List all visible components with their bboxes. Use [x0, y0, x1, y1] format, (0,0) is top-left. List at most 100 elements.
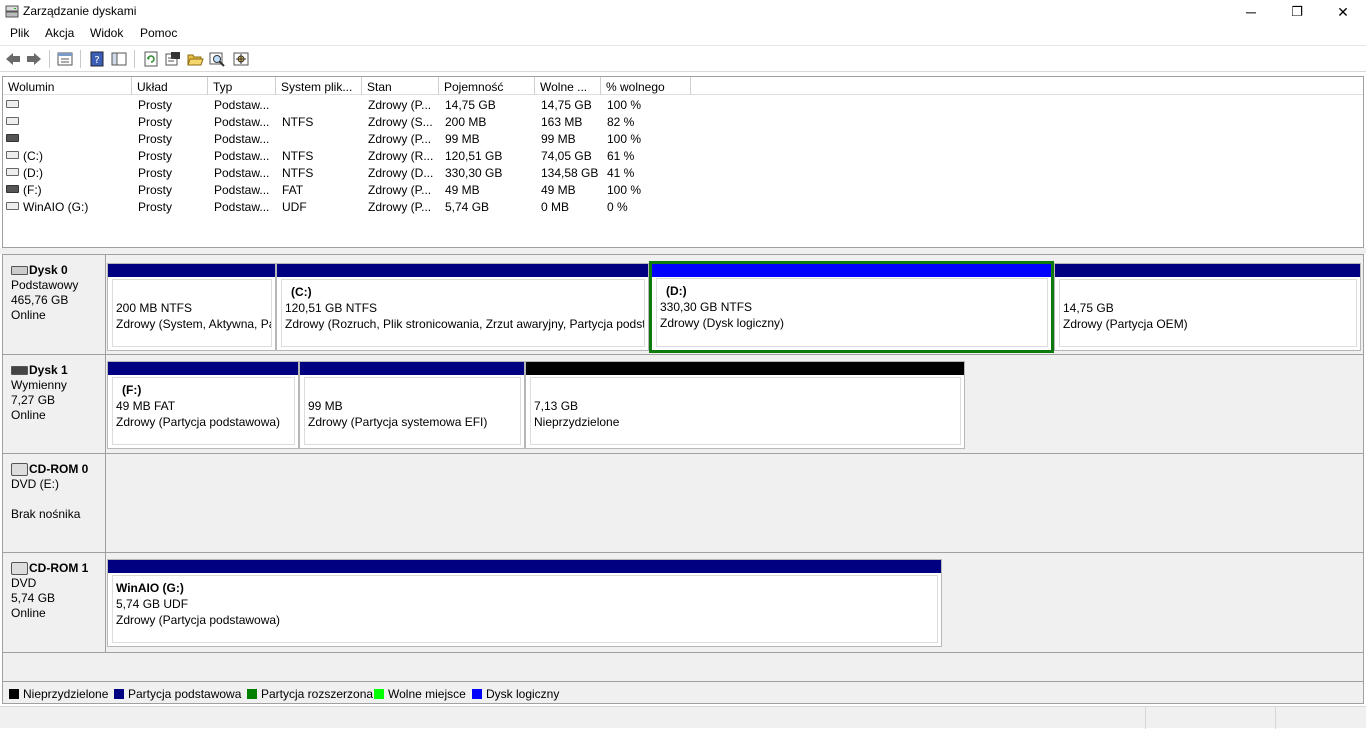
column-header-system-plikow[interactable]: System plik... — [276, 77, 362, 95]
volume-cell-fs: NTFS — [282, 166, 314, 180]
volume-cell-status: Zdrowy (S... — [368, 115, 433, 129]
close-button[interactable]: ✕ — [1320, 0, 1366, 24]
volume-cell-name: WinAIO (G:) — [23, 200, 89, 214]
disk-label-cdrom-0[interactable]: CD-ROM 0 DVD (E:) Brak nośnika — [3, 454, 106, 552]
disk-name: CD-ROM 1 — [29, 561, 89, 575]
partition-size: 200 MB NTFS — [116, 301, 193, 315]
toolbar: ? — [0, 45, 1366, 72]
open-folder-icon[interactable] — [186, 50, 204, 68]
partition-type-bar — [652, 264, 1051, 277]
menu-plik[interactable]: Plik — [10, 26, 29, 40]
partition-unallocated[interactable]: 7,13 GB Nieprzydzielone — [525, 361, 965, 449]
legend-item-free-space: Wolne miejsce — [374, 687, 466, 701]
legend-swatch — [374, 689, 384, 699]
disk-size: 465,76 GB — [11, 293, 69, 307]
disk-type: Wymienny — [11, 378, 67, 392]
maximize-button[interactable]: ❐ — [1274, 0, 1320, 24]
disk-row-cdrom-0: CD-ROM 0 DVD (E:) Brak nośnika — [3, 454, 1363, 553]
toolbar-separator — [49, 50, 50, 68]
column-header-pojemnosc[interactable]: Pojemność — [439, 77, 535, 95]
disk-label-dysk-1[interactable]: Dysk 1 Wymienny 7,27 GB Online — [3, 355, 106, 453]
settings-icon[interactable] — [232, 50, 250, 68]
toolbar-separator — [80, 50, 81, 68]
partition-oem[interactable]: 14,75 GB Zdrowy (Partycja OEM) — [1054, 263, 1361, 351]
disk-type: DVD (E:) — [11, 477, 59, 491]
volume-row[interactable]: Prosty Podstaw... Zdrowy (P... 14,75 GB 14,7… — [3, 96, 1363, 113]
partition-size: 49 MB FAT — [116, 399, 176, 413]
partition-label — [1063, 284, 1356, 300]
column-header-uklad[interactable]: Układ — [132, 77, 208, 95]
back-arrow-icon[interactable] — [4, 50, 22, 68]
legend-bar: Nieprzydzielone Partycja podstawowa Part… — [2, 682, 1364, 704]
disk-row-dysk-0: Dysk 0 Podstawowy 465,76 GB Online 200 M… — [3, 255, 1363, 355]
console-tree-icon[interactable] — [110, 50, 128, 68]
refresh-icon[interactable] — [142, 50, 160, 68]
partition-efi[interactable]: 99 MB Zdrowy (Partycja systemowa EFI) — [299, 361, 525, 449]
column-header-wolne[interactable]: Wolne ... — [535, 77, 601, 95]
partition-label: (C:) — [291, 285, 312, 299]
disk-label-dysk-0[interactable]: Dysk 0 Podstawowy 465,76 GB Online — [3, 255, 106, 354]
volume-cell-free: 0 MB — [541, 200, 570, 214]
disk-name: Dysk 1 — [29, 363, 68, 377]
disk-state: Online — [11, 408, 46, 422]
partition-type-bar — [1055, 264, 1360, 277]
volume-row[interactable]: WinAIO (G:) Prosty Podstaw... UDF Zdrowy (P.… — [3, 198, 1363, 215]
volume-row[interactable]: Prosty Podstaw... NTFS Zdrowy (S... 200 MB 16… — [3, 113, 1363, 130]
volume-cell-pct: 0 % — [607, 200, 628, 214]
partition-status: Zdrowy (Partycja systemowa EFI) — [308, 415, 488, 429]
disk-size — [11, 492, 105, 507]
volume-cell-name — [3, 130, 132, 147]
column-header-stan[interactable]: Stan — [362, 77, 439, 95]
menu-akcja[interactable]: Akcja — [45, 26, 74, 40]
partition-system-reserved[interactable]: 200 MB NTFS Zdrowy (System, Aktywna, Pa — [107, 263, 276, 351]
partition-size: 7,13 GB — [534, 399, 579, 413]
volume-cell-free: 14,75 GB — [541, 98, 592, 112]
properties-list-icon[interactable] — [56, 50, 74, 68]
partition-type-bar — [108, 560, 941, 573]
volume-cell-name — [3, 113, 132, 130]
legend-label: Partycja podstawowa — [128, 687, 242, 701]
volume-cell-free: 134,58 GB — [541, 166, 599, 180]
volume-cell-name: (C:) — [23, 149, 43, 163]
volume-row[interactable]: (F:) Prosty Podstaw... FAT Zdrowy (P... 49 MB… — [3, 181, 1363, 198]
volume-cell-type: Podstaw... — [214, 149, 270, 163]
forward-arrow-icon[interactable] — [25, 50, 43, 68]
minimize-button[interactable]: ─ — [1228, 0, 1274, 24]
menu-widok[interactable]: Widok — [90, 26, 123, 40]
search-icon[interactable] — [208, 50, 226, 68]
partition-label: WinAIO (G:) — [116, 581, 184, 595]
column-header-wolumin[interactable]: Wolumin — [3, 77, 132, 95]
partition-winaio-g[interactable]: WinAIO (G:) 5,74 GB UDF Zdrowy (Partycja… — [107, 559, 942, 647]
column-header-typ[interactable]: Typ — [208, 77, 276, 95]
legend-item-extended: Partycja rozszerzona — [247, 687, 373, 701]
svg-text:?: ? — [94, 55, 99, 66]
disk-label-cdrom-1[interactable]: CD-ROM 1 DVD 5,74 GB Online — [3, 553, 106, 652]
partition-label: (D:) — [666, 284, 687, 298]
partition-c[interactable]: (C:) 120,51 GB NTFS Zdrowy (Rozruch, Pli… — [276, 263, 649, 351]
legend-swatch — [247, 689, 257, 699]
volume-cell-status: Zdrowy (R... — [368, 149, 434, 163]
volume-cell-capacity: 200 MB — [445, 115, 487, 129]
partition-size: 120,51 GB NTFS — [285, 301, 378, 315]
volume-cell-pct: 41 % — [607, 166, 635, 180]
help-icon[interactable]: ? — [88, 50, 106, 68]
partition-d-selected[interactable]: (D:) 330,30 GB NTFS Zdrowy (Dysk logiczn… — [649, 261, 1054, 353]
partition-f[interactable]: (F:) 49 MB FAT Zdrowy (Partycja podstawo… — [107, 361, 299, 449]
volume-cell-fs: NTFS — [282, 149, 314, 163]
volume-cell-layout: Prosty — [138, 98, 173, 112]
volume-row[interactable]: (C:) Prosty Podstaw... NTFS Zdrowy (R... 120,… — [3, 147, 1363, 164]
volume-row[interactable]: (D:) Prosty Podstaw... NTFS Zdrowy (D... 330,… — [3, 164, 1363, 181]
menu-pomoc[interactable]: Pomoc — [140, 26, 177, 40]
column-header-procent-wolnego[interactable]: % wolnego — [601, 77, 691, 95]
volume-cell-layout: Prosty — [138, 166, 173, 180]
volume-cell-layout: Prosty — [138, 200, 173, 214]
legend-label: Wolne miejsce — [388, 687, 466, 701]
volume-cell-capacity: 49 MB — [445, 183, 480, 197]
disk-state: Brak nośnika — [11, 507, 81, 521]
volume-cell-type: Podstaw... — [214, 200, 270, 214]
partition-status: Zdrowy (Dysk logiczny) — [660, 316, 785, 330]
volume-cell-free: 74,05 GB — [541, 149, 592, 163]
partition-status: Nieprzydzielone — [534, 415, 620, 429]
disk-properties-icon[interactable] — [164, 50, 182, 68]
volume-row[interactable]: Prosty Podstaw... Zdrowy (P... 99 MB 99 MB 10… — [3, 130, 1363, 147]
